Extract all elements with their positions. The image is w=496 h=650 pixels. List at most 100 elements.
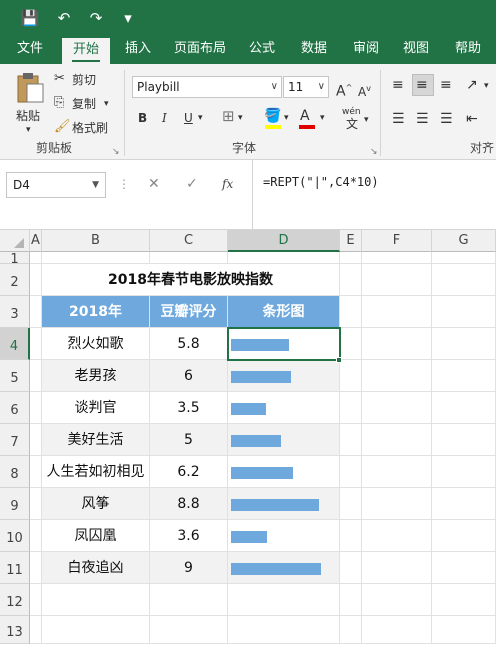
grid-cell[interactable] xyxy=(30,296,42,328)
score-cell[interactable]: 6.2 xyxy=(150,456,228,488)
grid-cell[interactable] xyxy=(432,488,496,520)
orientation-dropdown-icon[interactable]: ▾ xyxy=(484,78,489,94)
font-color-dropdown-icon[interactable]: ▾ xyxy=(320,110,325,126)
movie-name-cell[interactable]: 美好生活 xyxy=(42,424,150,456)
grid-cell[interactable] xyxy=(30,424,42,456)
grid-cell[interactable] xyxy=(340,424,362,456)
grid-cell[interactable] xyxy=(30,360,42,392)
align-center-icon[interactable]: ☰ xyxy=(416,110,429,128)
score-cell[interactable]: 5 xyxy=(150,424,228,456)
grid-cell[interactable] xyxy=(362,392,432,424)
align-right-icon[interactable]: ☰ xyxy=(440,110,453,128)
grid-cell[interactable] xyxy=(362,520,432,552)
table-header-cell[interactable]: 豆瓣评分 xyxy=(150,296,228,328)
grid-cell[interactable] xyxy=(30,488,42,520)
score-cell[interactable]: 5.8 xyxy=(150,328,228,360)
row-header[interactable]: 2 xyxy=(0,264,30,296)
score-cell[interactable]: 3.6 xyxy=(150,520,228,552)
grow-font-button[interactable]: A^ xyxy=(336,80,352,100)
row-header[interactable]: 11 xyxy=(0,552,30,584)
paste-button[interactable]: 粘贴 ▾ xyxy=(12,70,48,136)
formula-input[interactable]: =REPT("|",C4*10) xyxy=(252,160,496,230)
italic-button[interactable]: I xyxy=(162,110,167,126)
grid-cell[interactable] xyxy=(150,252,228,264)
tab-page-layout[interactable]: 页面布局 xyxy=(166,36,234,64)
movie-name-cell[interactable]: 凤囚凰 xyxy=(42,520,150,552)
column-header-g[interactable]: G xyxy=(432,230,496,252)
row-header[interactable]: 13 xyxy=(0,616,30,644)
grid-cell[interactable] xyxy=(30,616,42,644)
grid-cell[interactable] xyxy=(362,616,432,644)
movie-name-cell[interactable]: 风筝 xyxy=(42,488,150,520)
row-header[interactable]: 1 xyxy=(0,252,30,267)
grid-cell[interactable] xyxy=(150,616,228,644)
grid-cell[interactable] xyxy=(432,296,496,328)
grid-cell[interactable] xyxy=(362,456,432,488)
grid-cell[interactable] xyxy=(228,616,340,644)
grid-cell[interactable] xyxy=(30,392,42,424)
enter-icon[interactable]: ✓ xyxy=(186,176,198,192)
grid-cell[interactable] xyxy=(340,456,362,488)
font-name-combo[interactable]: Playbill ∨ xyxy=(132,76,282,98)
grid-cell[interactable] xyxy=(432,392,496,424)
tab-insert[interactable]: 插入 xyxy=(116,36,160,64)
grid-cell[interactable] xyxy=(362,360,432,392)
movie-name-cell[interactable]: 人生若如初相见 xyxy=(42,456,150,488)
sheet-title[interactable]: 2018年春节电影放映指数 xyxy=(42,264,340,296)
format-painter-button[interactable]: 格式刷 xyxy=(72,120,108,136)
grid-cell[interactable] xyxy=(362,424,432,456)
grid-cell[interactable] xyxy=(362,488,432,520)
grid-cell[interactable] xyxy=(340,616,362,644)
cancel-icon[interactable]: ✕ xyxy=(148,176,160,192)
row-header[interactable]: 3 xyxy=(0,296,30,328)
paste-dropdown-icon[interactable]: ▾ xyxy=(26,122,31,138)
copy-button[interactable]: 复制 xyxy=(72,96,96,112)
row-header[interactable]: 10 xyxy=(0,520,30,552)
grid-cell[interactable] xyxy=(340,392,362,424)
grid-cell[interactable] xyxy=(340,360,362,392)
save-icon[interactable]: 💾 xyxy=(18,6,42,30)
grid-cell[interactable] xyxy=(228,252,340,264)
grid-cell[interactable] xyxy=(362,328,432,360)
underline-dropdown-icon[interactable]: ▾ xyxy=(198,110,203,126)
grid-cell[interactable] xyxy=(432,264,496,296)
grid-cell[interactable] xyxy=(30,520,42,552)
table-header-cell[interactable]: 条形图 xyxy=(228,296,340,328)
tab-formulas[interactable]: 公式 xyxy=(240,36,284,64)
tab-help[interactable]: 帮助 xyxy=(446,36,490,64)
align-left-icon[interactable]: ☰ xyxy=(392,110,405,128)
grid-cell[interactable] xyxy=(340,552,362,584)
borders-icon[interactable]: ⊞ xyxy=(222,108,235,124)
grid-cell[interactable] xyxy=(362,296,432,328)
score-cell[interactable]: 8.8 xyxy=(150,488,228,520)
grid-cell[interactable] xyxy=(30,328,42,360)
borders-dropdown-icon[interactable]: ▾ xyxy=(238,110,243,126)
grid-cell[interactable] xyxy=(340,264,362,296)
grid-cell[interactable] xyxy=(42,252,150,264)
fill-dropdown-icon[interactable]: ▾ xyxy=(284,110,289,126)
column-header-d[interactable]: D xyxy=(228,230,340,252)
grid-cell[interactable] xyxy=(42,616,150,644)
row-header[interactable]: 8 xyxy=(0,456,30,488)
insert-function-icon[interactable]: fx xyxy=(222,176,233,192)
grid-cell[interactable] xyxy=(432,520,496,552)
row-header[interactable]: 6 xyxy=(0,392,30,424)
movie-name-cell[interactable]: 老男孩 xyxy=(42,360,150,392)
score-cell[interactable]: 3.5 xyxy=(150,392,228,424)
score-cell[interactable]: 6 xyxy=(150,360,228,392)
column-header-b[interactable]: B xyxy=(42,230,150,252)
grid-cell[interactable] xyxy=(30,584,42,616)
row-header[interactable]: 4 xyxy=(0,328,30,360)
font-size-combo[interactable]: 11 ∨ xyxy=(283,76,329,98)
grid-cell[interactable] xyxy=(432,456,496,488)
font-launcher-icon[interactable]: ↘ xyxy=(370,144,378,160)
score-cell[interactable]: 9 xyxy=(150,552,228,584)
clipboard-launcher-icon[interactable]: ↘ xyxy=(112,144,120,160)
grid-cell[interactable] xyxy=(432,552,496,584)
fill-color-icon[interactable]: 🪣 xyxy=(264,108,281,124)
customize-toolbar-icon[interactable]: ▾ xyxy=(116,6,140,30)
align-top-icon[interactable]: ≡ xyxy=(392,76,404,94)
orientation-icon[interactable]: ↗ xyxy=(466,76,478,94)
grid-cell[interactable] xyxy=(340,488,362,520)
grid-cell[interactable] xyxy=(340,296,362,328)
